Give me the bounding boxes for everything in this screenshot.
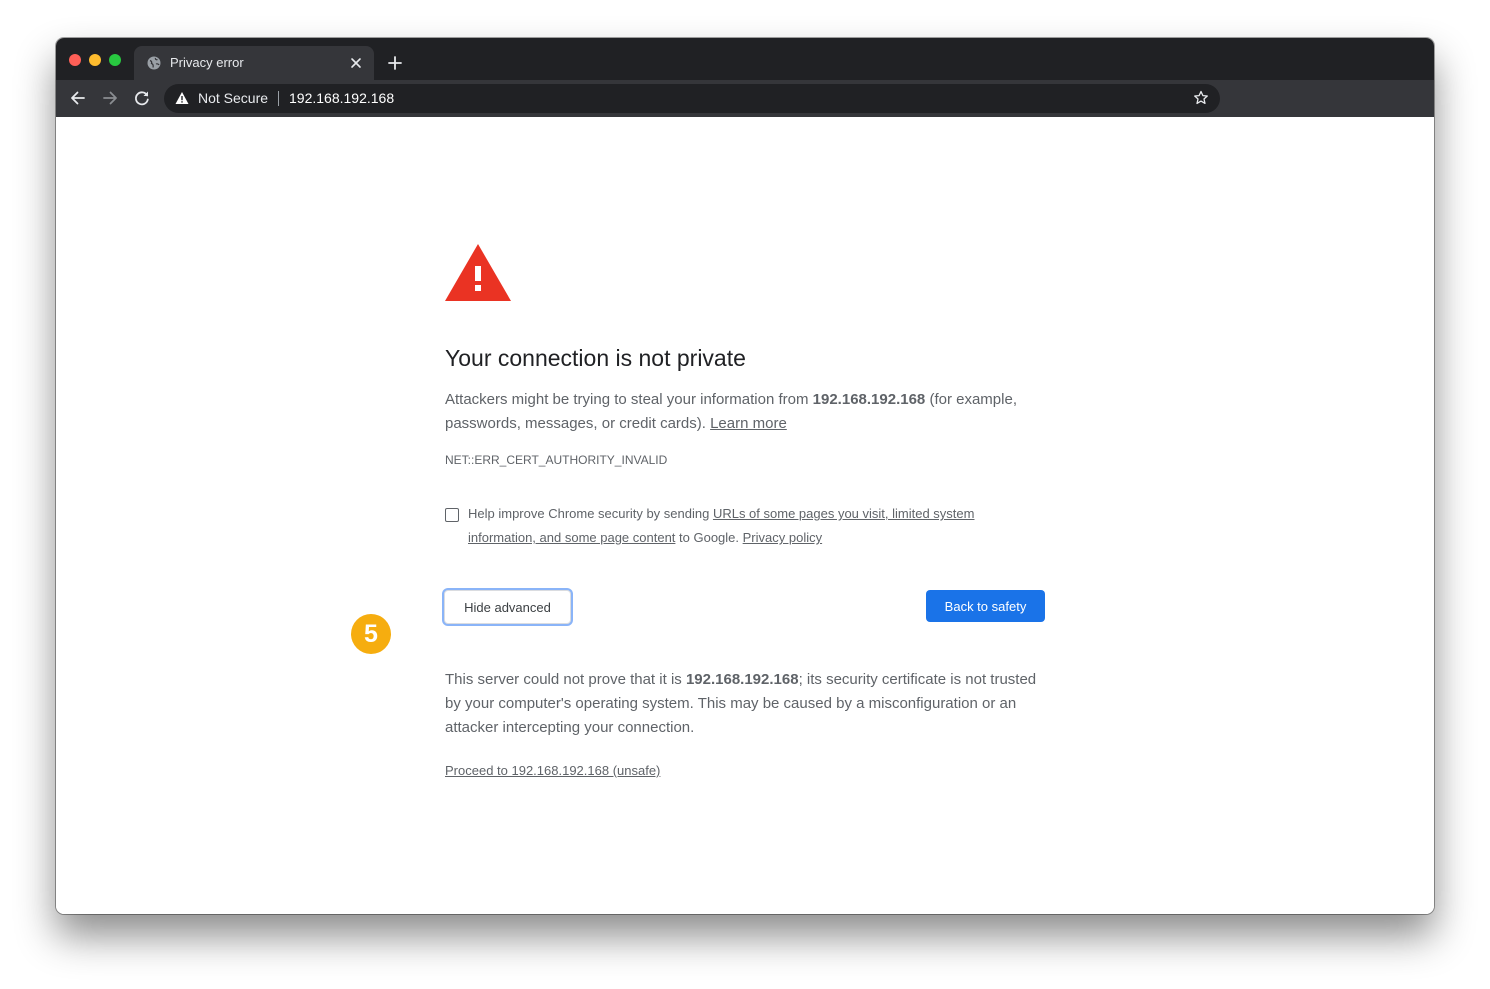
- globe-icon: [147, 56, 161, 70]
- address-bar[interactable]: Not Secure 192.168.192.168: [164, 84, 1220, 113]
- back-arrow-icon[interactable]: [69, 89, 87, 107]
- step-number-badge: 5: [351, 614, 391, 654]
- toolbar: Not Secure 192.168.192.168: [56, 80, 1434, 117]
- window-close-button[interactable]: [69, 54, 81, 66]
- browser-window: Privacy error Not Secure 192.168.192.168…: [56, 38, 1434, 914]
- host-name: 192.168.192.168: [812, 391, 926, 408]
- details-host-name: 192.168.192.168: [685, 671, 799, 688]
- security-indicator-label[interactable]: Not Secure: [198, 90, 268, 107]
- tab-title: Privacy error: [170, 55, 244, 70]
- page-title: Your connection is not private: [445, 345, 746, 371]
- privacy-policy-link[interactable]: Privacy policy: [743, 530, 822, 545]
- opt-in-checkbox[interactable]: [445, 508, 459, 522]
- back-to-safety-button[interactable]: Back to safety: [926, 590, 1045, 622]
- details-text: This server could not prove that it is: [445, 671, 686, 688]
- address-separator: [278, 91, 279, 106]
- proceed-unsafe-link[interactable]: Proceed to 192.168.192.168 (unsafe): [445, 763, 660, 779]
- tab-strip: Privacy error: [56, 38, 1434, 80]
- warning-icon[interactable]: [175, 91, 189, 105]
- hide-advanced-button[interactable]: Hide advanced: [444, 590, 571, 624]
- page-content: Your connection is not private Attackers…: [56, 117, 1434, 914]
- details-message: This server could not prove that it is 1…: [445, 668, 1045, 740]
- url-text[interactable]: 192.168.192.168: [289, 90, 394, 107]
- plus-icon[interactable]: [387, 55, 403, 71]
- star-icon[interactable]: [1193, 90, 1209, 106]
- opt-in-text: Help improve Chrome security by sending: [468, 506, 713, 521]
- window-minimize-button[interactable]: [89, 54, 101, 66]
- window-maximize-button[interactable]: [109, 54, 121, 66]
- warning-triangle-icon: [445, 244, 511, 301]
- close-icon[interactable]: [348, 55, 364, 71]
- reload-icon[interactable]: [133, 89, 151, 107]
- opt-in-middle: to Google.: [675, 530, 743, 545]
- forward-arrow-icon[interactable]: [101, 89, 119, 107]
- tab-privacy-error[interactable]: Privacy error: [134, 46, 374, 80]
- learn-more-link[interactable]: Learn more: [710, 415, 787, 432]
- intro-text: Attackers might be trying to steal your …: [445, 391, 813, 408]
- error-code[interactable]: NET::ERR_CERT_AUTHORITY_INVALID: [445, 453, 667, 467]
- main-message: Attackers might be trying to steal your …: [445, 388, 1045, 436]
- opt-in-label: Help improve Chrome security by sending …: [468, 502, 1028, 550]
